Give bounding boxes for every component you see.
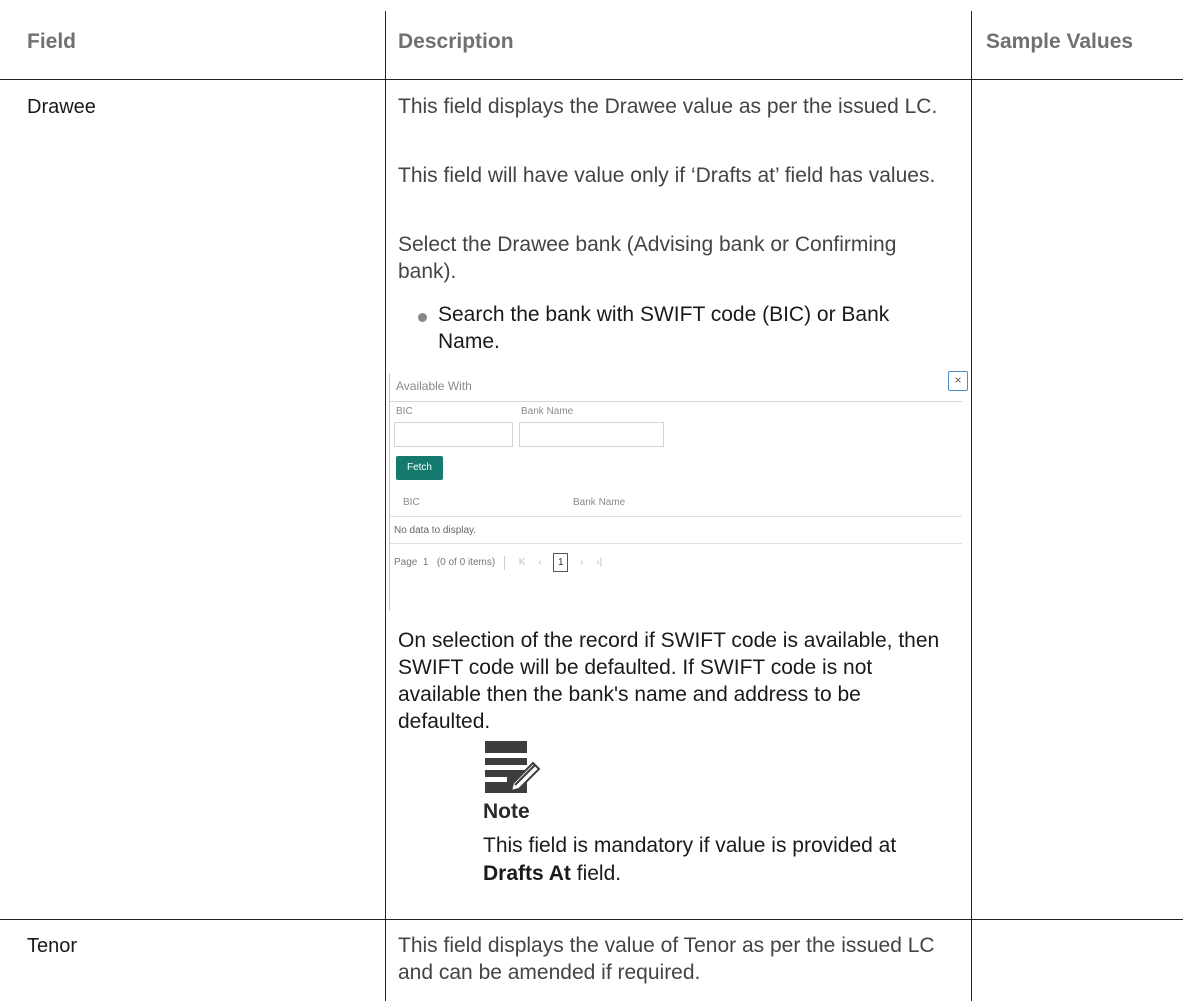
row-divider (0, 79, 1183, 80)
header-field: Field (27, 30, 77, 53)
bank-name-label: Bank Name (521, 406, 574, 417)
note-text: This field is mandatory if value is prov… (483, 832, 943, 888)
note-text-part: This field is mandatory if value is prov… (483, 834, 897, 857)
last-page-icon[interactable]: ›| (596, 557, 602, 568)
column-header-bic: BIC (403, 497, 420, 508)
items-count: (0 of 0 items) (436, 557, 496, 569)
empty-message: No data to display. (394, 525, 477, 536)
page-label: Page (394, 557, 418, 569)
first-page-icon[interactable]: K (519, 557, 526, 568)
description-paragraph: This field displays the value of Tenor a… (398, 932, 953, 986)
description-paragraph: Select the Drawee bank (Advising bank or… (398, 231, 953, 285)
paragraph-text: This field displays the value of Tenor a… (398, 934, 935, 984)
fetch-button[interactable]: Fetch (396, 456, 443, 480)
bullet-text: Search the bank with SWIFT code (BIC) or… (438, 303, 890, 353)
bank-name-input[interactable] (519, 422, 664, 447)
description-paragraph: On selection of the record if SWIFT code… (398, 627, 958, 735)
dialog-title: Available With (396, 379, 472, 393)
description-paragraph: This field will have value only if ‘Draf… (398, 162, 953, 189)
note-edit-icon (483, 741, 541, 799)
header-sample-values: Sample Values (986, 30, 1134, 53)
close-icon[interactable]: × (948, 371, 968, 391)
field-name: Tenor (27, 935, 78, 957)
field-name: Drawee (27, 96, 96, 118)
row-divider (0, 919, 1183, 920)
header-description: Description (398, 30, 514, 53)
column-divider (971, 11, 972, 1001)
prev-page-icon[interactable]: ‹ (538, 557, 541, 568)
paragraph-text: Select the Drawee bank (Advising bank or… (398, 233, 897, 283)
next-page-icon[interactable]: › (580, 557, 583, 568)
note-label: Note (483, 800, 530, 823)
page-number: 1 (422, 557, 429, 569)
column-header-bank-name: Bank Name (573, 497, 626, 508)
pagination: Page 1 (0 of 0 items) K ‹ 1 › ›| (394, 553, 607, 572)
description-paragraph: This field displays the Drawee value as … (398, 93, 953, 120)
paragraph-text: On selection of the record if SWIFT code… (398, 629, 940, 733)
table-divider (390, 543, 962, 544)
current-page-button[interactable]: 1 (553, 553, 569, 572)
bic-label: BIC (396, 406, 413, 417)
bullet-item: Search the bank with SWIFT code (BIC) or… (418, 301, 948, 355)
column-divider (385, 11, 386, 1001)
paragraph-text: This field displays the Drawee value as … (398, 95, 938, 118)
paragraph-text: This field will have value only if ‘Draf… (398, 164, 936, 187)
bullet-icon (418, 313, 427, 322)
field-description-table: Field Description Sample Values Drawee T… (0, 0, 1183, 1001)
note-bold-text: Drafts At (483, 862, 571, 885)
table-divider (390, 516, 962, 517)
dialog-divider (390, 401, 962, 402)
bic-input[interactable] (394, 422, 513, 447)
available-with-dialog: Available With × BIC Bank Name Fetch BIC… (389, 371, 968, 611)
pager-divider (503, 555, 505, 570)
note-text-part: field. (570, 862, 622, 885)
